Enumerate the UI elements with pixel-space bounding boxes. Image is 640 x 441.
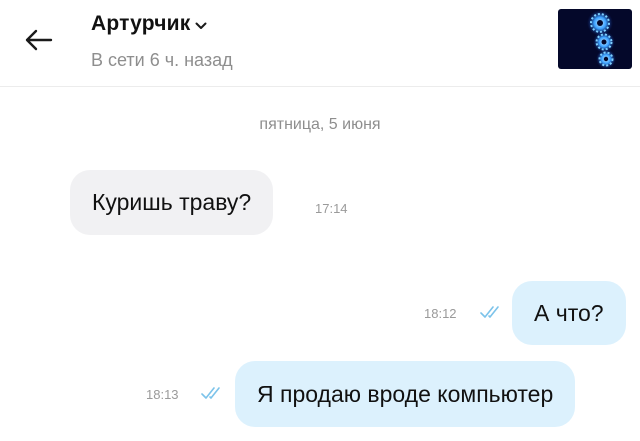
- chat-header: Артурчик В сети 6 ч. назад: [0, 0, 640, 87]
- contact-name-dropdown[interactable]: Артурчик: [91, 12, 207, 36]
- message-bubble-outgoing[interactable]: Я продаю вроде компьютер: [235, 361, 576, 427]
- message-time: 18:12: [424, 306, 457, 321]
- message-time: 17:14: [315, 201, 348, 216]
- message-text: Я продаю вроде компьютер: [257, 380, 554, 407]
- back-button[interactable]: [18, 22, 58, 62]
- chevron-down-icon: [195, 22, 207, 30]
- message-time: 18:13: [146, 387, 179, 402]
- message-text: Куришь траву?: [92, 189, 252, 215]
- date-separator: пятница, 5 июня: [259, 116, 381, 133]
- message-bubble-incoming[interactable]: Куришь траву?: [70, 170, 274, 235]
- message-text: А что?: [534, 299, 604, 326]
- double-check-icon: [480, 305, 506, 319]
- avatar[interactable]: [558, 9, 632, 69]
- last-seen-status: В сети 6 ч. назад: [91, 50, 233, 70]
- arrow-left-icon: [23, 28, 53, 57]
- double-check-icon: [201, 386, 227, 400]
- contact-name: Артурчик: [91, 12, 191, 35]
- message-bubble-outgoing[interactable]: А что?: [512, 281, 626, 345]
